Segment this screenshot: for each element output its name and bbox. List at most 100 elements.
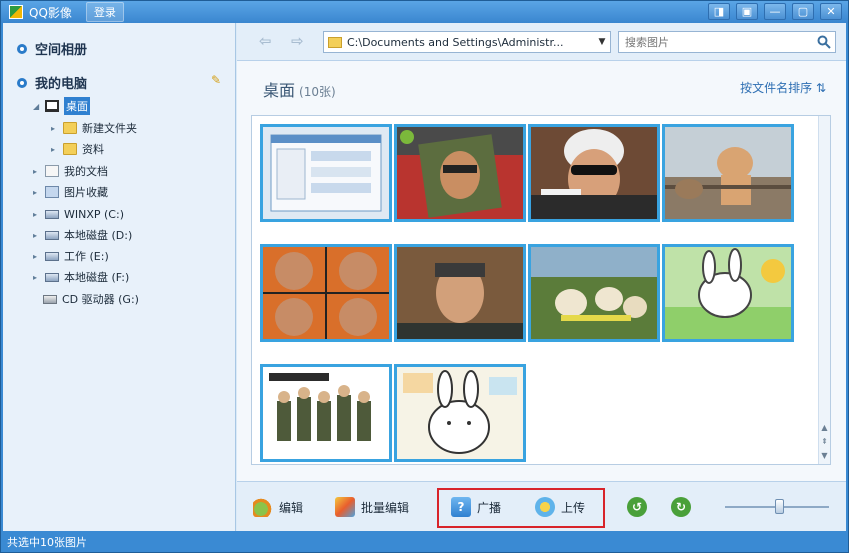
tree-label: 我的文档: [64, 165, 108, 178]
space-album-label: 空间相册: [35, 43, 88, 58]
app-window: QQ影像 登录 ◨ ▣ — ▢ ✕ 空间相册 我的电脑 ✎ ◢ 桌面 ▸ 新建文…: [0, 0, 849, 553]
drive-icon: [45, 272, 59, 282]
vertical-scrollbar[interactable]: ▲ ⇞ ▼: [818, 116, 830, 464]
tree-label: 新建文件夹: [82, 122, 137, 135]
tree-item-drive-e[interactable]: ▸ 工作 (E:): [33, 247, 109, 265]
sort-icon: ⇅: [815, 81, 826, 95]
photo-thumbnail[interactable]: [394, 124, 526, 222]
title-bar: QQ影像 登录 ◨ ▣ — ▢ ✕: [1, 1, 848, 23]
bullet-icon: [17, 43, 27, 54]
upload-label: 上传: [561, 500, 586, 515]
tree-item-drive-c[interactable]: ▸ WINXP (C:): [33, 205, 124, 223]
sort-button[interactable]: 按文件名排序 ⇅: [740, 79, 826, 96]
drive-icon: [45, 230, 59, 240]
photo-thumbnail[interactable]: [528, 244, 660, 342]
login-button[interactable]: 登录: [85, 2, 124, 22]
star-upload-icon: [535, 497, 555, 517]
tree-label: 本地磁盘 (F:): [64, 271, 130, 284]
scroll-up-icon[interactable]: ▲: [819, 420, 830, 434]
tree-item-pic-fav[interactable]: ▸ 图片收藏: [33, 183, 108, 201]
tree-label: 本地磁盘 (D:): [64, 229, 133, 242]
top-toolbar: ⇦ ⇨ C:\Documents and Settings\Administr.…: [237, 23, 846, 61]
status-text: 共选中10张图片: [7, 536, 87, 549]
bottom-toolbar: 编辑 批量编辑 ? 广播 上传 ↺ ↻: [237, 481, 846, 531]
minimize-icon[interactable]: —: [764, 3, 786, 20]
batch-edit-label: 批量编辑: [361, 500, 410, 515]
tool-icon[interactable]: ✎: [211, 73, 221, 87]
tree-item-my-docs[interactable]: ▸ 我的文档: [33, 162, 108, 180]
my-computer-item[interactable]: 我的电脑: [17, 73, 87, 92]
edit-button[interactable]: 编辑: [253, 497, 303, 517]
search-input[interactable]: [619, 35, 813, 49]
photo-thumbnail[interactable]: [394, 244, 526, 342]
tree-item-materials[interactable]: ▸ 资料: [51, 140, 104, 158]
expand-arrow-icon[interactable]: ▸: [33, 273, 43, 282]
photo-thumbnail[interactable]: [394, 364, 526, 462]
expand-arrow-icon[interactable]: ▸: [51, 145, 61, 154]
folder-name: 桌面: [263, 81, 296, 100]
expand-arrow-icon[interactable]: ▸: [33, 210, 43, 219]
batch-edit-icon: [335, 497, 355, 517]
rotate-right-button[interactable]: ↻: [671, 497, 697, 517]
app-logo-icon: [9, 5, 23, 19]
tree-item-drive-d[interactable]: ▸ 本地磁盘 (D:): [33, 226, 132, 244]
tree-item-drive-f[interactable]: ▸ 本地磁盘 (F:): [33, 268, 129, 286]
desktop-icon: [45, 100, 59, 112]
sidebar: 空间相册 我的电脑 ✎ ◢ 桌面 ▸ 新建文件夹 ▸ 资料 ▸ 我的文档 ▸ 图…: [3, 23, 236, 531]
photo-thumbnail[interactable]: [260, 364, 392, 462]
menu-icon[interactable]: ▣: [736, 3, 758, 20]
brush-icon: [253, 497, 273, 517]
chevron-down-icon[interactable]: ▼: [594, 37, 610, 47]
scroll-down-icon[interactable]: ▼: [819, 448, 830, 462]
photo-thumbnail[interactable]: [528, 124, 660, 222]
folder-header: 桌面 (10张) 按文件名排序 ⇅: [237, 62, 846, 108]
tree-label: WINXP (C:): [64, 207, 124, 221]
close-icon[interactable]: ✕: [820, 3, 842, 20]
sort-label: 按文件名排序: [740, 81, 813, 95]
collapse-arrow-icon[interactable]: ◢: [33, 102, 43, 111]
tree-label: 图片收藏: [64, 186, 108, 199]
maximize-icon[interactable]: ▢: [792, 3, 814, 20]
search-icon[interactable]: [813, 35, 835, 49]
folder-title: 桌面 (10张): [263, 77, 336, 101]
path-text: C:\Documents and Settings\Administr...: [347, 35, 564, 49]
expand-arrow-icon[interactable]: ▸: [51, 124, 61, 133]
photo-count: (10张): [299, 85, 336, 99]
documents-icon: [45, 165, 59, 177]
batch-edit-button[interactable]: 批量编辑: [335, 497, 409, 517]
my-computer-label: 我的电脑: [35, 77, 88, 92]
photo-thumbnail[interactable]: [662, 124, 794, 222]
folder-icon: [63, 122, 77, 134]
broadcast-button[interactable]: ? 广播: [451, 497, 501, 517]
skin-icon[interactable]: ◨: [708, 3, 730, 20]
drive-icon: [45, 251, 59, 261]
upload-button[interactable]: 上传: [535, 497, 585, 517]
expand-arrow-icon[interactable]: ▸: [33, 252, 43, 261]
path-dropdown[interactable]: C:\Documents and Settings\Administr... ▼: [323, 31, 611, 53]
expand-arrow-icon[interactable]: ▸: [33, 231, 43, 240]
main-panel: ⇦ ⇨ C:\Documents and Settings\Administr.…: [237, 23, 846, 531]
photo-thumbnail[interactable]: [260, 244, 392, 342]
tree-label: 桌面: [64, 97, 90, 115]
search-box: [618, 31, 836, 53]
forward-arrow-icon[interactable]: ⇨: [291, 32, 304, 50]
photo-thumbnail[interactable]: [662, 244, 794, 342]
folder-icon: [63, 143, 77, 155]
tree-item-new-folder[interactable]: ▸ 新建文件夹: [51, 119, 137, 137]
expand-arrow-icon[interactable]: ▸: [33, 167, 43, 176]
window-controls: ◨ ▣ — ▢ ✕: [708, 3, 842, 20]
rotate-left-button[interactable]: ↺: [627, 497, 653, 517]
tree-item-drive-g[interactable]: CD 驱动器 (G:): [43, 290, 139, 308]
rotate-right-icon: ↻: [671, 497, 691, 517]
scroll-top-icon[interactable]: ⇞: [819, 434, 830, 448]
bullet-icon: [17, 77, 27, 88]
tree-item-desktop[interactable]: ◢ 桌面: [33, 97, 90, 115]
space-album-item[interactable]: 空间相册: [17, 39, 87, 58]
back-arrow-icon[interactable]: ⇦: [259, 32, 272, 50]
zoom-slider-thumb[interactable]: [775, 499, 784, 514]
photo-thumbnail[interactable]: [260, 124, 392, 222]
edit-label: 编辑: [279, 500, 304, 515]
tree-label: 资料: [82, 143, 104, 156]
expand-arrow-icon[interactable]: ▸: [33, 188, 43, 197]
drive-icon: [45, 209, 59, 219]
